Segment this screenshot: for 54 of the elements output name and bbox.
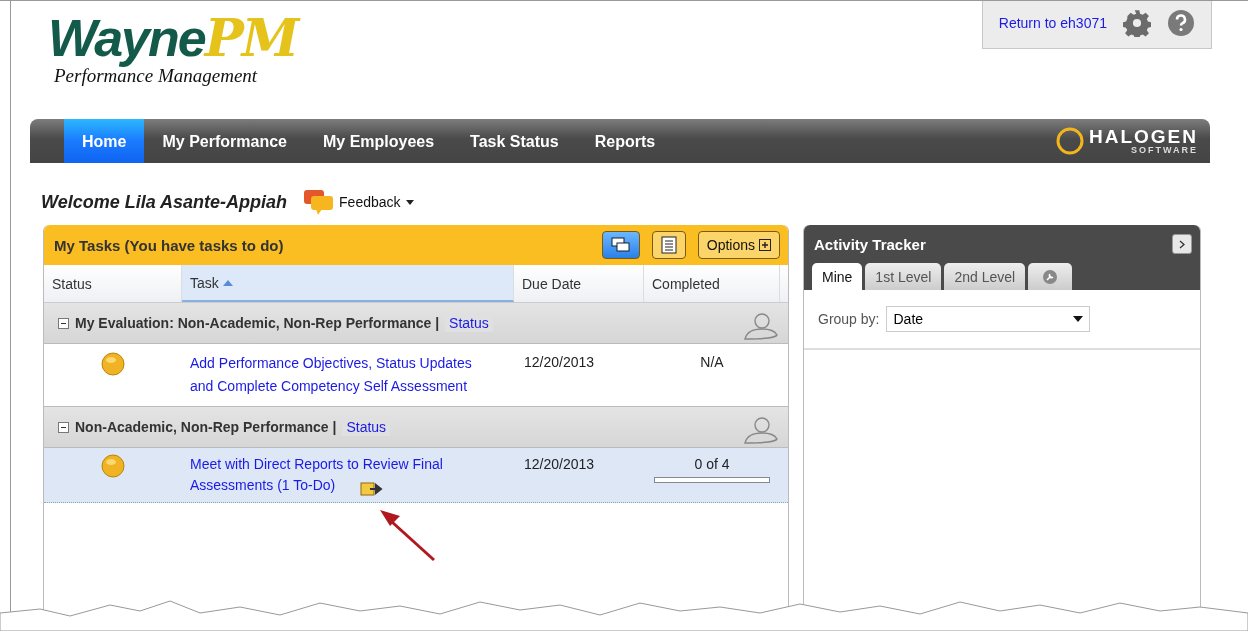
completion-text: 0 of 4 — [694, 455, 730, 474]
list-icon — [660, 236, 677, 254]
nav-tab[interactable]: Home — [64, 119, 145, 163]
caret-icon — [405, 199, 414, 205]
group-title: Non-Academic, Non-Rep Performance | — [75, 419, 337, 435]
tracker-tab[interactable]: Mine — [812, 263, 863, 290]
panel-title: My Tasks (You have tasks to do) — [54, 236, 284, 254]
nav-tab[interactable]: Task Status — [452, 119, 577, 163]
help-icon[interactable] — [1167, 9, 1195, 37]
annotation-arrow — [378, 508, 438, 564]
chat-bubbles-icon — [303, 188, 336, 216]
sort-up-icon — [222, 279, 233, 286]
wrench-icon — [1042, 268, 1059, 285]
column-header[interactable]: Due Date — [514, 265, 644, 302]
due-date: 12/20/2013 — [523, 455, 596, 474]
group-by-dropdown[interactable]: Date — [886, 306, 1091, 332]
status-dot-icon — [101, 454, 125, 478]
nav-tab[interactable]: My Employees — [304, 119, 453, 163]
collapse-icon[interactable] — [58, 421, 69, 433]
list-view-button[interactable] — [651, 231, 686, 259]
column-header[interactable]: Task — [182, 265, 514, 302]
tracker-tab[interactable]: 1st Level — [865, 263, 942, 290]
panel-title: Activity Tracker — [813, 235, 926, 253]
nav-tab[interactable]: My Performance — [144, 119, 305, 163]
launch-arrow-icon[interactable] — [360, 482, 384, 496]
options-button[interactable]: Options — [697, 231, 780, 259]
status-dot-icon — [101, 352, 125, 376]
stacked-windows-icon — [610, 237, 631, 253]
vendor-subtitle: SOFTWARE — [1131, 146, 1198, 155]
group-by-label: Group by: — [818, 311, 880, 327]
welcome-text: Welcome Lila Asante-Appiah — [41, 191, 288, 213]
grouped-view-button[interactable] — [601, 231, 640, 259]
completion-text: N/A — [700, 353, 724, 372]
feedback-menu[interactable]: Feedback — [339, 194, 414, 210]
return-link[interactable]: Return to eh3071 — [998, 15, 1107, 31]
nav-tab[interactable]: Reports — [576, 119, 674, 163]
ring-icon — [1055, 126, 1085, 156]
vendor-name: HALOGEN — [1089, 127, 1198, 146]
tracker-tab[interactable]: 2nd Level — [944, 263, 1026, 290]
settings-icon[interactable] — [1123, 9, 1151, 37]
dropdown-arrow-icon — [1073, 316, 1084, 322]
collapse-icon[interactable] — [58, 317, 69, 329]
chevron-icon — [1179, 239, 1185, 249]
person-icon — [742, 415, 780, 445]
task-link[interactable]: Meet with Direct Reports to Review Final Assessments (1 To-Do) — [190, 454, 486, 496]
tracker-tab[interactable] — [1028, 263, 1073, 290]
person-icon — [742, 311, 780, 341]
plus-box-icon — [759, 239, 771, 251]
column-header[interactable]: Completed — [644, 265, 780, 302]
task-row[interactable]: Meet with Direct Reports to Review Final Assessments (1 To-Do) 12/20/2013 0 of 4 — [44, 448, 788, 503]
group-title: My Evaluation: Non-Academic, Non-Rep Performance | — [75, 315, 440, 331]
task-link[interactable]: Add Performance Objectives, Status Updates and Complete Competency Self Assessment — [190, 352, 486, 398]
due-date: 12/20/2013 — [523, 353, 596, 372]
expand-button[interactable] — [1172, 234, 1192, 254]
